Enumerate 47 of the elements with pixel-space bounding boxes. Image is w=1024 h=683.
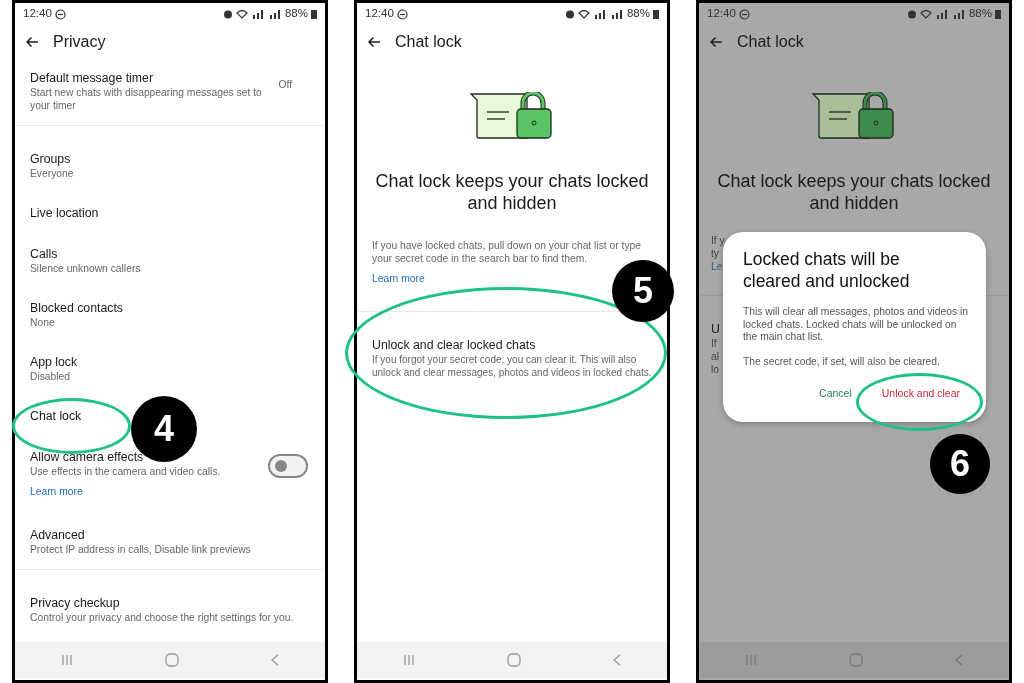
setting-title[interactable]: Live location — [30, 206, 99, 221]
confirm-button[interactable]: Unlock and clear — [873, 382, 968, 406]
dialog-title: Locked chats will be cleared and unlocked — [743, 248, 911, 292]
option-subtitle: If — [711, 337, 717, 350]
screen-title: Chat lock — [395, 31, 462, 52]
setting-title[interactable]: Chat lock — [30, 409, 82, 424]
learn-more-link[interactable]: Learn more — [30, 485, 83, 498]
cancel-button[interactable]: Cancel — [813, 382, 858, 406]
setting-title[interactable]: Allow camera effects — [30, 450, 144, 465]
setting-subtitle: Start new chats with disappearing messages set to your timer — [30, 86, 263, 112]
setting-title[interactable]: App lock — [30, 355, 78, 370]
step-number: 6 — [930, 434, 990, 494]
setting-title[interactable]: Advanced — [30, 528, 85, 543]
setting-subtitle: Everyone — [30, 167, 75, 180]
headline: Chat lock keeps your chats locked and hidden — [374, 170, 650, 214]
dialog-note: The secret code, if set, will also be cleared. — [743, 355, 941, 368]
setting-title[interactable]: Default message timer — [30, 71, 154, 86]
setting-title[interactable]: Calls — [30, 247, 58, 262]
learn-more-link[interactable]: Learn more — [372, 272, 425, 285]
setting-subtitle: Silence unknown callers — [30, 262, 142, 275]
status-time: 12:40 — [23, 6, 52, 22]
option-subtitle: al — [711, 350, 719, 363]
battery-level: 88% — [968, 6, 992, 22]
option-subtitle: lo — [711, 363, 719, 376]
screen-title: Privacy — [53, 31, 106, 52]
dialog-message: This will clear all messages, photos and videos in locked chats. Locked chats will be unlocked on the main chat list. — [743, 306, 968, 344]
setting-title[interactable]: Blocked contacts — [30, 301, 123, 316]
option-subtitle: If you forgot your secret code, you can clear it. This will also unlock and clear messages, photos and videos in locked chats. — [372, 353, 653, 379]
setting-subtitle: Protect IP address in calls, Disable link previews — [30, 543, 252, 556]
battery-level: 88% — [626, 6, 650, 22]
setting-title[interactable]: Groups — [30, 152, 71, 167]
status-time: 12:40 — [707, 6, 736, 22]
info-text: If y — [711, 234, 725, 247]
setting-value: Off — [277, 78, 293, 92]
battery-level: 88% — [284, 6, 308, 22]
option-title[interactable]: U — [711, 322, 720, 337]
step-number: 5 — [612, 260, 674, 322]
setting-subtitle: Control your privacy and choose the right settings for you. — [30, 611, 295, 624]
screen-title: Chat lock — [737, 31, 804, 52]
setting-title[interactable]: Privacy checkup — [30, 596, 120, 611]
setting-subtitle: None — [30, 316, 56, 329]
setting-subtitle: Disabled — [30, 370, 72, 383]
setting-subtitle: Use effects in the camera and video calls. — [30, 465, 222, 478]
status-time: 12:40 — [365, 6, 394, 22]
info-text: ty — [711, 247, 719, 260]
headline: Chat lock keeps your chats locked and hidden — [716, 170, 992, 214]
option-title[interactable]: Unlock and clear locked chats — [372, 338, 536, 353]
